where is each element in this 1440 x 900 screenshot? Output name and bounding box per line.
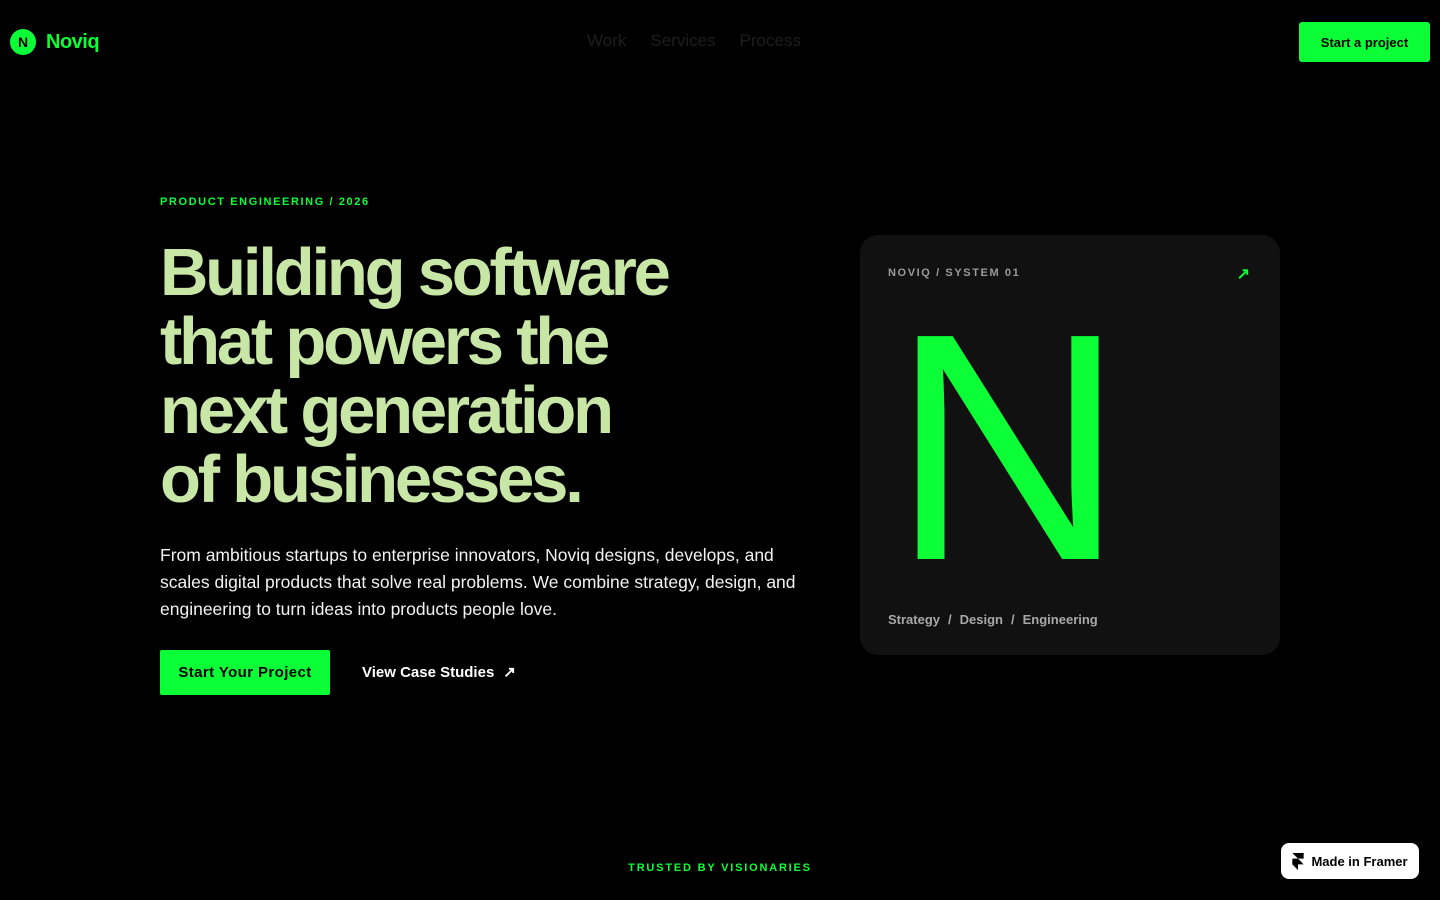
start-project-header-button[interactable]: Start a project: [1299, 22, 1430, 62]
start-your-project-button[interactable]: Start Your Project: [160, 650, 330, 695]
framer-logo-icon: [1292, 852, 1305, 870]
card-footer: Strategy / Design / Engineering: [888, 612, 1098, 627]
logo-mark: N: [10, 29, 36, 55]
system-card: NOVIQ / SYSTEM 01 ↗ N Strategy / Design …: [860, 235, 1280, 655]
made-in-framer-label: Made in Framer: [1311, 853, 1408, 869]
hero-headline: Building software that powers the next g…: [160, 238, 780, 514]
view-case-studies-label: View Case Studies: [362, 663, 495, 681]
nav-work[interactable]: Work: [587, 31, 626, 51]
main-nav: Work Services Process: [587, 31, 801, 51]
card-footer-engineering: Engineering: [1022, 612, 1098, 627]
card-footer-separator: /: [1011, 612, 1015, 627]
card-footer-design: Design: [959, 612, 1003, 627]
headline-line: Building software: [160, 235, 671, 310]
card-monogram: N: [891, 266, 1125, 628]
landing-page: N Noviq Work Services Process Start a pr…: [0, 0, 1440, 900]
logo-text: Noviq: [46, 30, 100, 53]
logo[interactable]: N Noviq: [10, 29, 100, 55]
hero-eyebrow: PRODUCT ENGINEERING / 2026: [160, 196, 370, 208]
card-footer-separator: /: [948, 612, 952, 627]
card-footer-strategy: Strategy: [888, 612, 941, 627]
arrow-up-right-icon[interactable]: ↗: [1237, 264, 1250, 284]
arrow-up-right-icon: ↗: [503, 664, 516, 681]
trusted-by-heading: TRUSTED BY VISIONARIES: [628, 862, 812, 874]
nav-services[interactable]: Services: [650, 31, 715, 51]
headline-line: of businesses.: [160, 442, 584, 517]
headline-line: next generation: [160, 373, 614, 448]
made-in-framer-badge[interactable]: Made in Framer: [1281, 843, 1419, 879]
nav-process[interactable]: Process: [740, 31, 801, 51]
headline-line: that powers the: [160, 304, 610, 379]
view-case-studies-link[interactable]: View Case Studies ↗: [362, 661, 516, 683]
hero-description: From ambitious startups to enterprise in…: [160, 545, 796, 619]
